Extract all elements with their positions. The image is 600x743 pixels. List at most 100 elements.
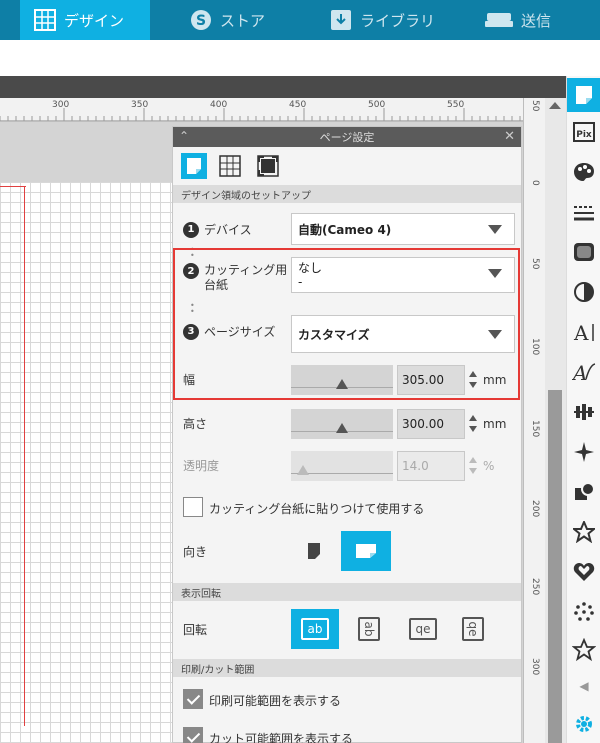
use-mat-row: カッティング台紙に貼りつけて使用する [173, 495, 521, 521]
page-settings-panel: ⌃ ページ設定 ✕ デザイン領域のセットアップ 1 デバイス 自動(Cameo … [172, 126, 522, 743]
slider-thumb[interactable] [297, 465, 309, 475]
library-download-icon [331, 10, 351, 30]
orientation-label: 向き [183, 545, 208, 559]
ruler-label: 50 [530, 100, 540, 112]
tab-registration-marks[interactable] [255, 153, 281, 179]
ruler-label: 300 [52, 100, 70, 110]
ruler-label: 100 [530, 338, 540, 356]
line-style-icon[interactable] [570, 198, 598, 226]
tab-design[interactable]: デザイン [20, 0, 150, 40]
show-print-area-checkbox[interactable] [183, 689, 203, 709]
stepper-down-icon[interactable] [469, 426, 477, 432]
tab-store[interactable]: S ストア [190, 0, 310, 40]
cut-area-row: カット可能範囲を表示する [173, 725, 521, 743]
device-label-text: デバイス [204, 223, 252, 237]
page-settings-icon[interactable] [567, 78, 600, 112]
right-tool-sidebar: Pix A A ◀ [566, 76, 600, 743]
opacity-input[interactable]: 14.0 [397, 451, 465, 481]
collapse-chevron-icon[interactable]: ⌃ [179, 129, 189, 143]
device-select-value: 自動(Cameo 4) [298, 222, 392, 237]
ruler-label: 300 [530, 658, 540, 676]
show-cut-area-checkbox[interactable] [183, 727, 203, 743]
text-tool-icon[interactable]: A [570, 318, 598, 346]
height-stepper[interactable] [467, 409, 479, 439]
rotate-180-button[interactable]: qe [399, 609, 447, 649]
ruler-label: 200 [530, 500, 540, 518]
pattern-fill-icon[interactable] [570, 238, 598, 266]
device-select[interactable]: 自動(Cameo 4) [291, 213, 515, 245]
grid-icon [34, 9, 56, 31]
tab-page-setup[interactable] [181, 153, 207, 179]
modify-shapes-icon[interactable] [570, 478, 598, 506]
ruler-label: 250 [530, 578, 540, 596]
cut-boundary-line [0, 186, 26, 187]
rotation-preview: ab [301, 618, 329, 640]
height-unit: mm [483, 417, 507, 431]
ruler-label: 500 [368, 100, 386, 110]
opacity-stepper[interactable] [467, 451, 479, 481]
vertical-scrollbar[interactable] [545, 98, 566, 743]
rotation-preview: qe [409, 618, 437, 640]
stepper-down-icon[interactable] [469, 468, 477, 474]
step-number: 1 [183, 221, 199, 238]
close-icon[interactable]: ✕ [504, 129, 515, 144]
collapse-left-arrow-icon[interactable]: ◀ [570, 672, 598, 700]
text-path-icon[interactable]: A [570, 358, 598, 386]
tab-send[interactable]: 送信 [485, 0, 600, 40]
slider-thumb[interactable] [336, 423, 348, 433]
canvas-header-strip [0, 76, 566, 98]
ruler-label: 350 [131, 100, 149, 110]
tab-grid[interactable] [217, 153, 243, 179]
portrait-page-icon [308, 543, 320, 559]
section-header-setup: デザイン領域のセットアップ [173, 185, 521, 203]
pixscan-icon[interactable]: Pix [570, 118, 598, 146]
svg-text:Pix: Pix [576, 130, 592, 140]
ruler-label: 400 [210, 100, 228, 110]
stepper-up-icon[interactable] [469, 457, 477, 463]
section-header-print-area: 印刷/カット範囲 [173, 659, 521, 677]
replicate-icon[interactable] [570, 438, 598, 466]
rotation-row: 回転 ab ab qe qe [173, 605, 521, 649]
device-row: 1 デバイス 自動(Cameo 4) [173, 211, 521, 247]
landscape-button[interactable] [341, 531, 391, 571]
opacity-label: 透明度 [183, 459, 220, 473]
registration-marks-icon [257, 155, 279, 177]
height-input[interactable]: 300.00 [397, 409, 465, 439]
rotation-label: 回転 [183, 623, 208, 637]
dropdown-caret-icon [488, 225, 502, 234]
cutting-mat-grid [0, 182, 180, 743]
contrast-icon[interactable] [570, 278, 598, 306]
orientation-row: 向き [173, 529, 521, 575]
svg-text:A: A [572, 361, 587, 383]
rotate-270-button[interactable]: qe [449, 609, 497, 649]
vertical-ruler: 50 0 50 100 150 200 250 300 [523, 98, 545, 743]
ruler-label: 150 [530, 420, 540, 438]
svg-text:S: S [196, 13, 206, 29]
opacity-slider[interactable] [291, 451, 393, 481]
palette-icon[interactable] [570, 158, 598, 186]
favorite-star-icon[interactable] [570, 636, 598, 664]
opacity-row: 透明度 14.0 % [173, 449, 521, 483]
align-icon[interactable] [570, 398, 598, 426]
scrollbar-thumb[interactable] [548, 390, 562, 743]
store-s-icon: S [191, 10, 211, 30]
trace-icon[interactable] [570, 598, 598, 626]
stepper-up-icon[interactable] [469, 415, 477, 421]
device-label: 1 デバイス [183, 221, 252, 238]
rotate-0-button[interactable]: ab [291, 609, 339, 649]
tab-send-label: 送信 [521, 11, 552, 30]
scroll-up-arrow-icon[interactable] [549, 102, 561, 109]
rotate-90-button[interactable]: ab [345, 609, 393, 649]
portrait-button[interactable] [297, 531, 331, 571]
panel-title: ページ設定 [319, 131, 375, 144]
grid-icon [219, 155, 241, 177]
panel-tabs [173, 147, 521, 185]
star-shape-icon[interactable] [570, 518, 598, 546]
height-slider[interactable] [291, 409, 393, 439]
ruler-label: 450 [289, 100, 307, 110]
use-mat-checkbox[interactable] [183, 497, 203, 517]
offset-icon[interactable] [570, 558, 598, 586]
gear-icon[interactable] [570, 710, 598, 738]
ruler-label: 50 [530, 258, 540, 270]
tab-library[interactable]: ライブラリ [330, 0, 480, 40]
